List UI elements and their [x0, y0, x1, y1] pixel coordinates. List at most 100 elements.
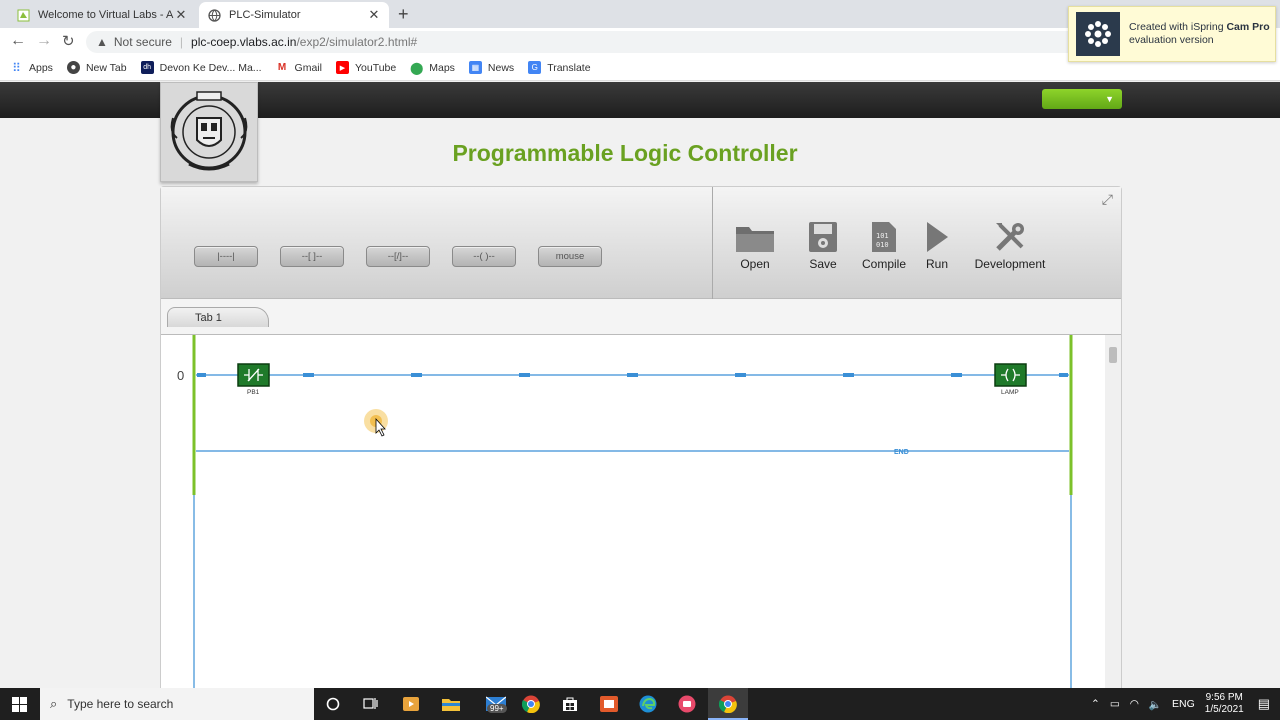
file-explorer-icon[interactable]: [441, 694, 461, 714]
coil-button[interactable]: --( )--: [452, 246, 516, 267]
menu-dropdown-button[interactable]: ▼: [1042, 89, 1122, 109]
chevron-up-icon[interactable]: ⌃: [1091, 698, 1100, 710]
nc-contact-pb1[interactable]: [237, 363, 270, 387]
end-label: END: [894, 449, 909, 456]
folder-icon: [720, 215, 790, 253]
edge-icon[interactable]: [638, 694, 658, 714]
taskbar-search-box[interactable]: ⌕ Type here to search: [40, 688, 314, 720]
coil-lamp[interactable]: [994, 363, 1027, 387]
microsoft-store-icon[interactable]: [560, 694, 580, 714]
bookmark-devon-ke-dev[interactable]: dh Devon Ke Dev... Ma...: [140, 61, 262, 74]
cortana-circle-icon[interactable]: [323, 694, 343, 714]
address-bar[interactable]: ▲ Not secure | plc-coep.vlabs.ac.in /exp…: [86, 31, 1136, 53]
virtual-labs-favicon-icon: [16, 8, 30, 22]
back-arrow-icon[interactable]: ←: [10, 32, 26, 50]
globe-icon: [207, 8, 221, 22]
mail-badge: 99+: [487, 704, 507, 713]
open-button[interactable]: Open: [720, 215, 790, 271]
bookmark-label: Translate: [547, 61, 591, 74]
watermark-text: Created with iSpring Cam Pro evaluation …: [1129, 21, 1270, 47]
watermark-line2: evaluation version: [1129, 34, 1214, 46]
development-label: Development: [974, 257, 1046, 271]
notification-center-icon[interactable]: ▤: [1258, 696, 1270, 712]
rung-node[interactable]: [197, 373, 206, 377]
bookmark-translate[interactable]: G Translate: [528, 61, 591, 74]
toolbar-divider: [712, 187, 713, 299]
run-button[interactable]: Run: [902, 215, 972, 271]
windows-start-icon[interactable]: [0, 688, 38, 720]
rung-node[interactable]: [627, 373, 638, 377]
office-app-icon[interactable]: [599, 694, 619, 714]
browser-tab-virtual-labs[interactable]: Welcome to Virtual Labs - A MHR ✕: [8, 2, 196, 28]
rung-node[interactable]: [735, 373, 746, 377]
no-contact-button[interactable]: --[ ]--: [280, 246, 344, 267]
security-status: Not secure: [113, 35, 172, 49]
warning-triangle-icon: ▲: [96, 35, 108, 49]
caret-down-icon: ▼: [1105, 94, 1114, 104]
bookmark-label: News: [487, 61, 515, 74]
wire-element-button[interactable]: |----|: [194, 246, 258, 267]
chrome-icon[interactable]: [521, 694, 541, 714]
url-host: plc-coep.vlabs.ac.in: [191, 35, 297, 49]
floppy-disk-icon: [788, 215, 858, 253]
gmail-icon: M: [277, 62, 287, 73]
bookmark-new-tab[interactable]: ● New Tab: [66, 61, 127, 74]
mouse-button[interactable]: mouse: [538, 246, 602, 267]
clock-date: 1/5/2021: [1204, 704, 1244, 715]
bookmark-youtube[interactable]: ▶ YouTube: [335, 61, 397, 74]
battery-icon[interactable]: ▭: [1110, 698, 1120, 710]
compile-label: Compile: [861, 257, 906, 271]
address-separator: |: [179, 35, 184, 49]
language-indicator[interactable]: ENG: [1172, 698, 1195, 710]
tab-1[interactable]: Tab 1: [167, 307, 269, 327]
bookmark-gmail[interactable]: M Gmail: [276, 61, 322, 74]
ladder-canvas[interactable]: 0 PB1 LAMP END: [161, 335, 1121, 720]
mouse-cursor-icon: [364, 409, 388, 437]
close-tab-icon[interactable]: ✕: [174, 7, 188, 23]
bookmark-label: New Tab: [85, 61, 127, 74]
scrollbar-thumb[interactable]: [1109, 347, 1117, 363]
mail-icon[interactable]: 99+: [481, 694, 511, 714]
ladder-scrollbar[interactable]: [1105, 335, 1121, 720]
rung-node[interactable]: [519, 373, 530, 377]
close-tab-icon[interactable]: ✕: [367, 7, 381, 23]
simulator-panel: |----| --[ ]-- --[/]-- --( )-- mouse Ope…: [160, 186, 1122, 720]
webcam-app-icon[interactable]: [677, 694, 697, 714]
taskbar-clock[interactable]: 9:56 PM 1/5/2021: [1205, 692, 1244, 716]
ispring-watermark: Created with iSpring Cam Pro evaluation …: [1068, 6, 1276, 62]
task-view-icon[interactable]: [361, 694, 381, 714]
translate-icon: G: [528, 61, 542, 74]
college-crest-icon: [170, 91, 248, 171]
rung-node[interactable]: [1059, 373, 1068, 377]
apps-grid-icon: ⠿: [12, 60, 21, 75]
page-title: Programmable Logic Controller: [452, 140, 798, 166]
browser-tab-title: PLC-Simulator: [229, 9, 301, 21]
fullscreen-expand-icon[interactable]: ⤢: [1102, 191, 1113, 208]
bookmark-label: YouTube: [354, 61, 397, 74]
rung-node[interactable]: [951, 373, 962, 377]
hotstar-icon: dh: [140, 61, 154, 74]
rung-node[interactable]: [843, 373, 854, 377]
save-button[interactable]: Save: [788, 215, 858, 271]
bookmark-label: Devon Ke Dev... Ma...: [159, 61, 262, 74]
ispring-logo-icon: [1076, 12, 1120, 56]
url-path: /exp2/simulator2.html#: [296, 35, 418, 49]
bookmark-apps[interactable]: ⠿ Apps: [10, 60, 53, 75]
chrome-active-icon[interactable]: [718, 694, 738, 714]
development-button[interactable]: Development: [969, 215, 1051, 271]
forward-arrow-icon[interactable]: →: [36, 32, 52, 50]
bookmark-maps[interactable]: ⬤ Maps: [410, 61, 455, 75]
search-icon: ⌕: [50, 696, 58, 711]
reload-icon[interactable]: ↻: [62, 32, 75, 50]
rung-node[interactable]: [411, 373, 422, 377]
new-tab-plus-icon[interactable]: +: [398, 4, 409, 25]
clock-time: 9:56 PM: [1205, 692, 1243, 703]
browser-tab-plc-simulator[interactable]: PLC-Simulator ✕: [199, 2, 389, 28]
volume-icon[interactable]: 🔈: [1149, 698, 1162, 711]
rung-node[interactable]: [303, 373, 314, 377]
system-tray: ⌃ ▭ ◠ 🔈 ENG 9:56 PM 1/5/2021 ▤: [1091, 688, 1280, 720]
nc-contact-button[interactable]: --[/]--: [366, 246, 430, 267]
bookmark-news[interactable]: ▦ News: [468, 61, 515, 74]
media-player-icon[interactable]: [401, 694, 421, 714]
wifi-icon[interactable]: ◠: [1130, 698, 1139, 710]
